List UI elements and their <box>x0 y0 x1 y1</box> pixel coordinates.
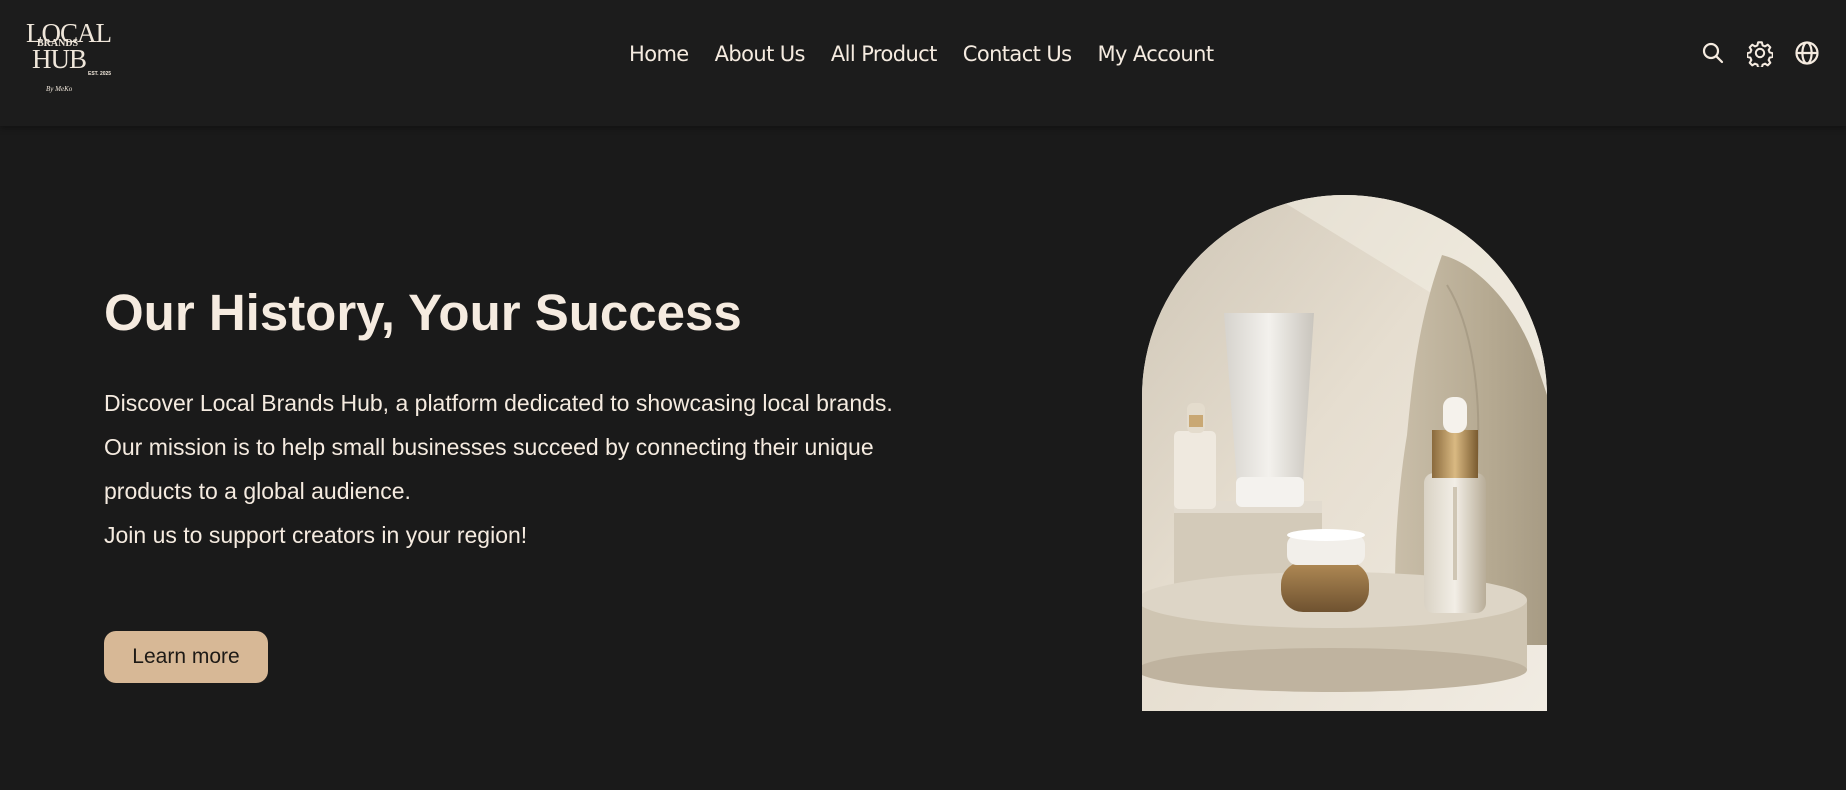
globe-icon[interactable] <box>1794 40 1820 66</box>
hero-paragraph: Our mission is to help small businesses … <box>104 434 874 504</box>
nav-all-product[interactable]: All Product <box>831 42 937 66</box>
nav-my-account[interactable]: My Account <box>1097 42 1214 66</box>
hero-paragraph: Join us to support creators in your regi… <box>104 522 528 548</box>
logo-byline: By MeKo <box>46 85 73 93</box>
settings-gear-icon[interactable] <box>1747 40 1773 67</box>
main-nav: Home About Us All Product Contact Us My … <box>629 38 1214 70</box>
hero-description: Discover Local Brands Hub, a platform de… <box>104 381 934 557</box>
header-icons <box>1679 38 1820 68</box>
logo-line-hub: HUB <box>32 44 87 74</box>
hero-title: Our History, Your Success <box>104 284 742 341</box>
brand-logo[interactable]: LOCAL BRANDS HUB EST. 2025 By MeKo <box>22 18 114 98</box>
nav-home[interactable]: Home <box>629 42 689 66</box>
hero-product-image <box>1142 195 1547 711</box>
search-icon[interactable] <box>1700 40 1726 66</box>
learn-more-button[interactable]: Learn more <box>104 631 268 683</box>
site-header: LOCAL BRANDS HUB EST. 2025 By MeKo Home … <box>0 0 1846 126</box>
hero-paragraph: Discover Local Brands Hub, a platform de… <box>104 390 893 416</box>
nav-contact-us[interactable]: Contact Us <box>963 42 1072 66</box>
nav-about-us[interactable]: About Us <box>715 42 806 66</box>
logo-est: EST. 2025 <box>88 71 112 77</box>
